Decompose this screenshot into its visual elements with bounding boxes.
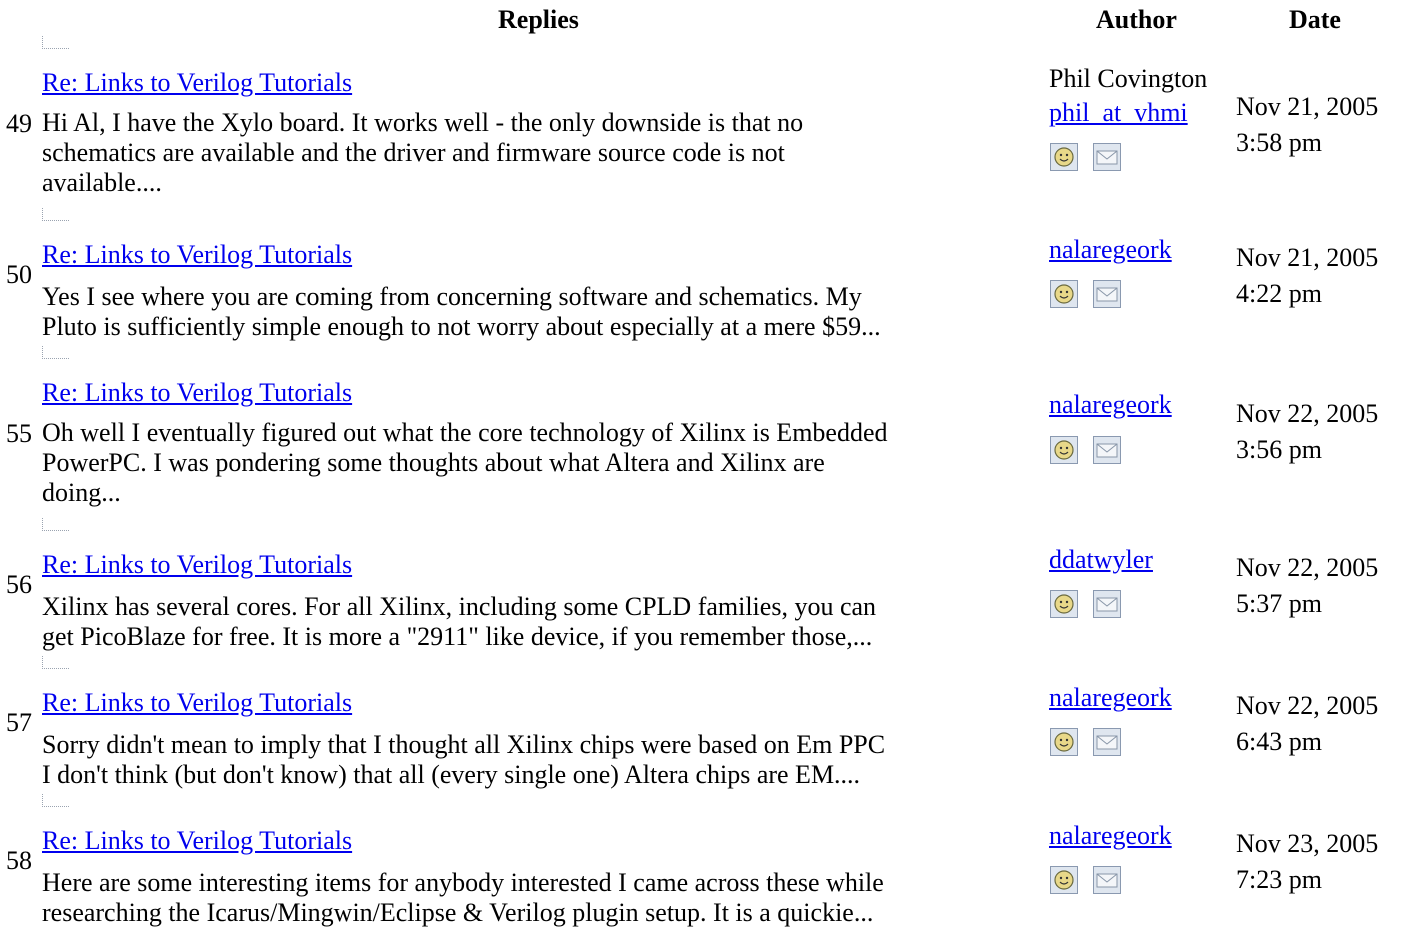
author-actions	[1050, 280, 1132, 310]
reply-title-link[interactable]: Re: Links to Verilog Tutorials	[42, 550, 352, 580]
reply-excerpt: Sorry didn't mean to imply that I though…	[42, 730, 886, 789]
reply-title-link[interactable]: Re: Links to Verilog Tutorials	[42, 378, 352, 408]
thread-tree-icon	[42, 36, 69, 49]
reply-title-link[interactable]: Re: Links to Verilog Tutorials	[42, 68, 352, 98]
author-username-link[interactable]: nalaregeork	[1049, 235, 1172, 265]
envelope-icon[interactable]	[1093, 143, 1121, 171]
author-name: Phil Covington	[1049, 64, 1208, 93]
column-header-replies: Replies	[498, 5, 579, 34]
author-actions	[1050, 866, 1132, 896]
author-actions	[1050, 436, 1132, 466]
post-date: Nov 22, 2005 5:37 pm	[1236, 553, 1379, 618]
author-actions	[1050, 728, 1132, 758]
reply-number: 58	[6, 846, 32, 875]
author-actions	[1050, 143, 1132, 173]
profile-face-icon[interactable]	[1050, 436, 1078, 464]
post-date: Nov 21, 2005 4:22 pm	[1236, 243, 1379, 308]
thread-tree-icon	[42, 656, 69, 669]
profile-face-icon[interactable]	[1050, 866, 1078, 894]
reply-number: 56	[6, 570, 32, 599]
author-username-link[interactable]: ddatwyler	[1049, 545, 1153, 575]
envelope-icon[interactable]	[1093, 728, 1121, 756]
reply-excerpt: Yes I see where you are coming from conc…	[42, 282, 881, 341]
reply-excerpt: Here are some interesting items for anyb…	[42, 868, 884, 927]
reply-number: 50	[6, 260, 32, 289]
reply-number: 49	[6, 109, 32, 138]
envelope-icon[interactable]	[1093, 590, 1121, 618]
profile-face-icon[interactable]	[1050, 280, 1078, 308]
profile-face-icon[interactable]	[1050, 590, 1078, 618]
author-actions	[1050, 590, 1132, 620]
post-date: Nov 22, 2005 6:43 pm	[1236, 691, 1379, 756]
reply-number: 57	[6, 708, 32, 737]
author-username-link[interactable]: nalaregeork	[1049, 821, 1172, 851]
envelope-icon[interactable]	[1093, 866, 1121, 894]
post-date: Nov 22, 2005 3:56 pm	[1236, 399, 1379, 464]
reply-number: 55	[6, 419, 32, 448]
author-username-link[interactable]: nalaregeork	[1049, 390, 1172, 420]
author-username-link[interactable]: nalaregeork	[1049, 683, 1172, 713]
reply-title-link[interactable]: Re: Links to Verilog Tutorials	[42, 240, 352, 270]
profile-face-icon[interactable]	[1050, 728, 1078, 756]
column-header-author: Author	[1096, 5, 1177, 34]
thread-tree-icon	[42, 346, 69, 359]
reply-title-link[interactable]: Re: Links to Verilog Tutorials	[42, 826, 352, 856]
envelope-icon[interactable]	[1093, 436, 1121, 464]
column-header-date: Date	[1289, 5, 1341, 34]
envelope-icon[interactable]	[1093, 280, 1121, 308]
thread-tree-icon	[42, 794, 69, 807]
author-username-link[interactable]: phil_at_vhmi	[1049, 98, 1188, 128]
post-date: Nov 23, 2005 7:23 pm	[1236, 829, 1379, 894]
reply-title-link[interactable]: Re: Links to Verilog Tutorials	[42, 688, 352, 718]
post-date: Nov 21, 2005 3:58 pm	[1236, 92, 1379, 157]
profile-face-icon[interactable]	[1050, 143, 1078, 171]
thread-tree-icon	[42, 518, 69, 531]
thread-tree-icon	[42, 208, 69, 221]
reply-excerpt: Oh well I eventually figured out what th…	[42, 418, 888, 507]
reply-excerpt: Xilinx has several cores. For all Xilinx…	[42, 592, 877, 651]
reply-excerpt: Hi Al, I have the Xylo board. It works w…	[42, 108, 804, 197]
